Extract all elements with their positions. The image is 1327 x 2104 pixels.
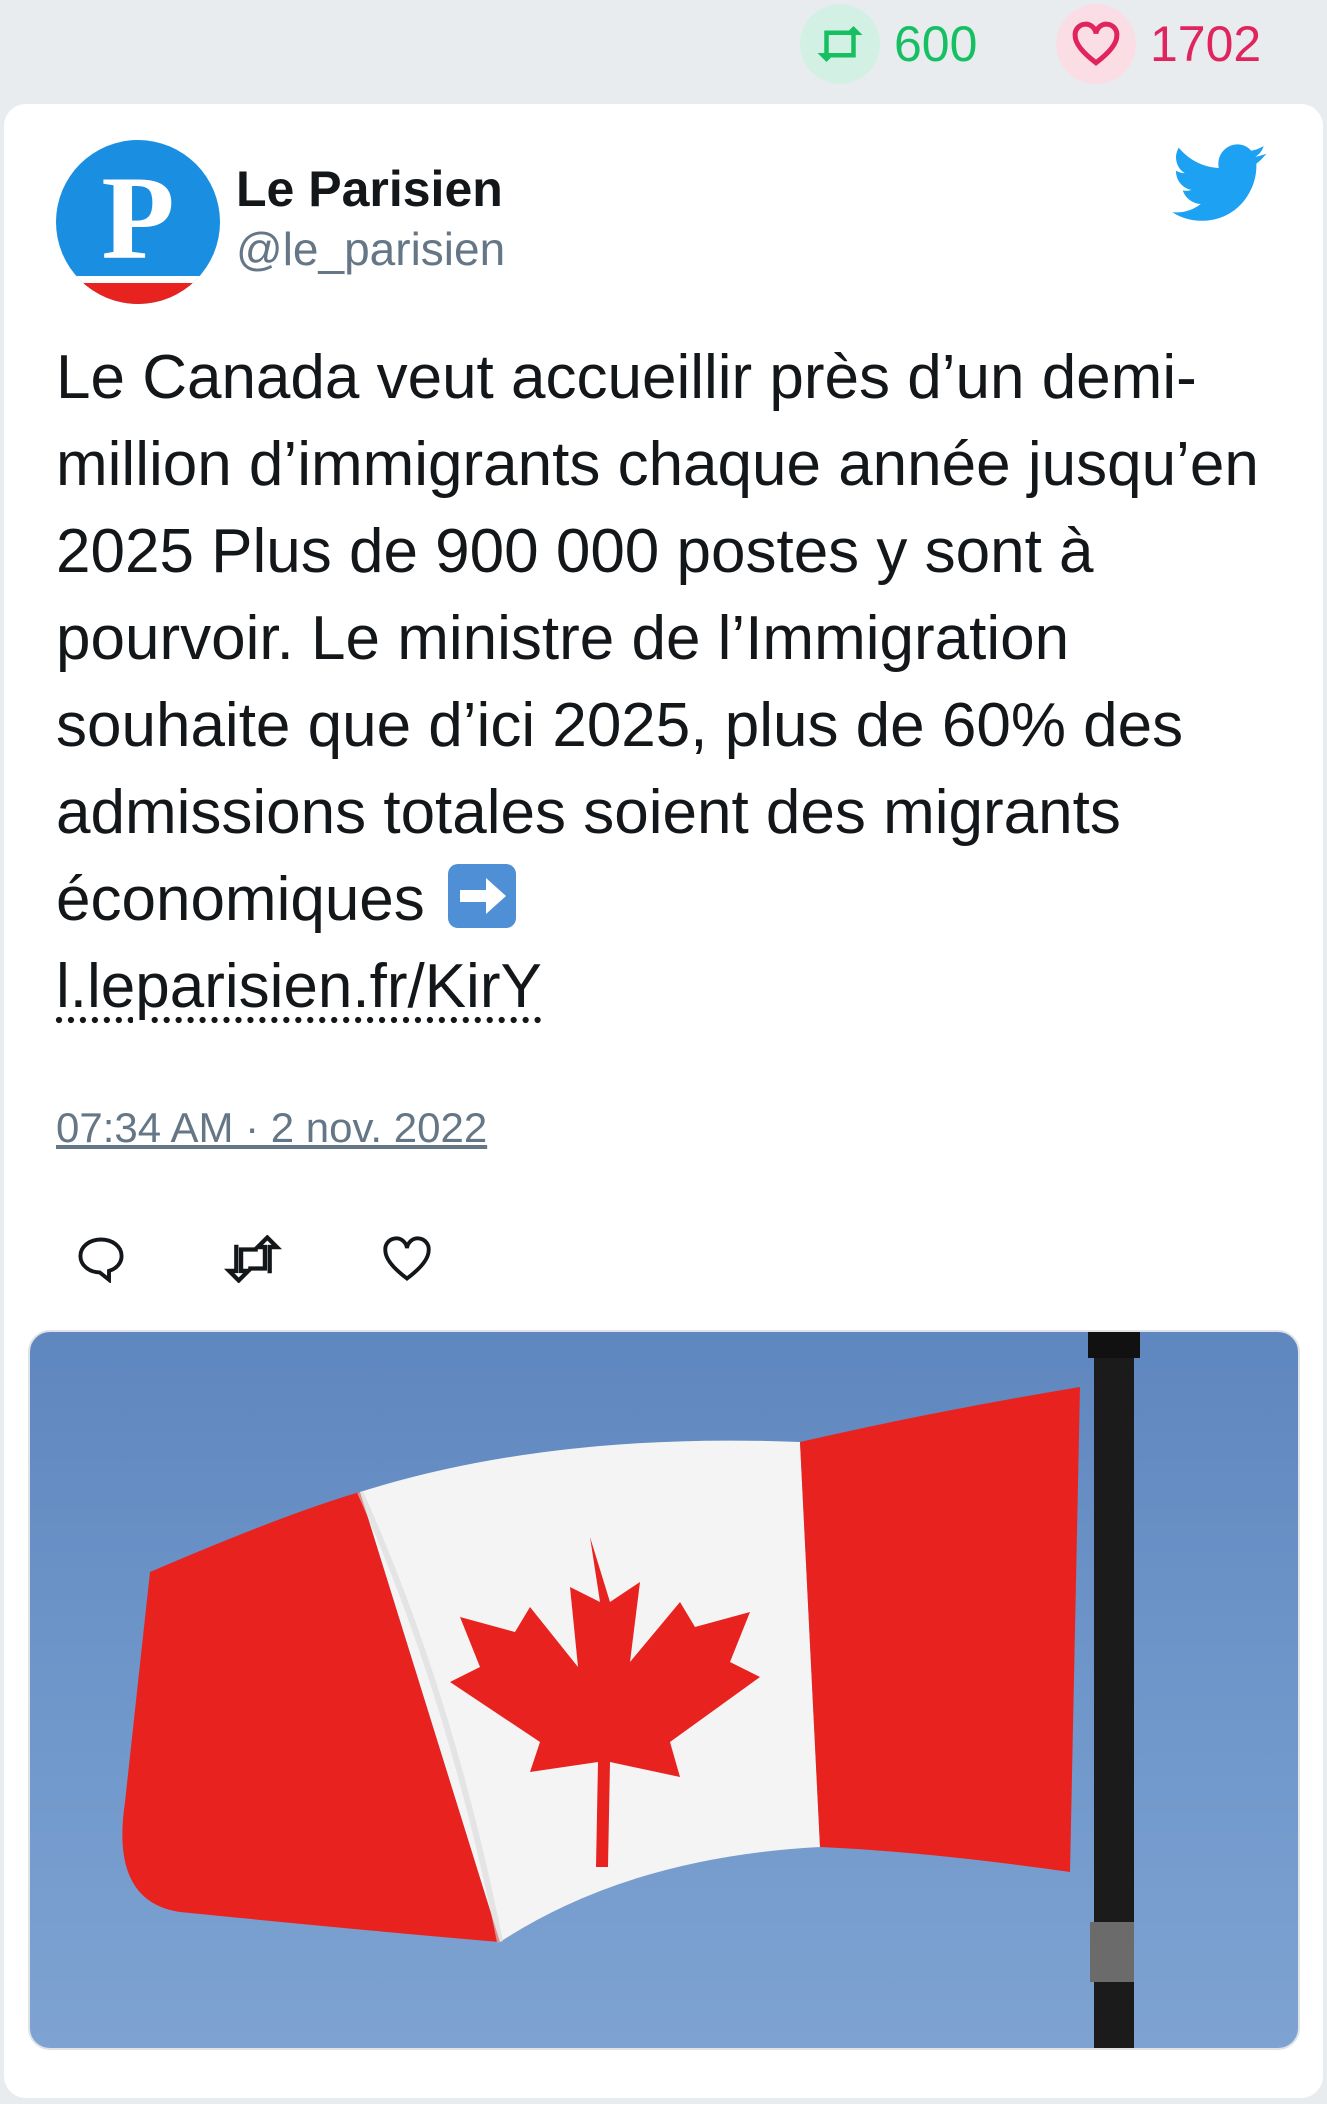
tweet-link[interactable]: l.leparisien.fr/KirY — [56, 952, 542, 1021]
tweet-timestamp[interactable]: 07:34 AM · 2 nov. 2022 — [56, 1104, 487, 1152]
canadian-flag-photo — [122, 1332, 1140, 2048]
retweet-action-icon[interactable] — [208, 1214, 298, 1304]
right-arrow-emoji — [448, 864, 517, 928]
tweet-card: P Le Parisien @le_parisien Le Canada veu… — [4, 104, 1323, 2098]
avatar[interactable]: P — [56, 140, 220, 304]
tweet-media-image[interactable] — [28, 1330, 1300, 2050]
tweet-text: Le Canada veut accueillir près d’un demi… — [56, 334, 1286, 1030]
like-action-icon[interactable] — [362, 1214, 452, 1304]
like-count: 1702 — [1150, 16, 1262, 72]
tweet-stats-bar: 600 1702 — [0, 0, 1327, 98]
twitter-bird-icon[interactable] — [1172, 144, 1268, 224]
author-handle[interactable]: @le_parisien — [236, 222, 505, 276]
reply-icon[interactable] — [56, 1214, 146, 1304]
author-name[interactable]: Le Parisien — [236, 160, 503, 218]
retweet-count: 600 — [894, 16, 978, 72]
retweet-icon[interactable] — [800, 4, 880, 84]
tweet-body: Le Canada veut accueillir près d’un demi… — [56, 343, 1259, 934]
avatar-letter: P — [101, 151, 174, 284]
retweet-stat[interactable]: 600 — [800, 4, 977, 84]
like-stat[interactable]: 1702 — [1056, 4, 1261, 84]
heart-icon[interactable] — [1056, 4, 1136, 84]
